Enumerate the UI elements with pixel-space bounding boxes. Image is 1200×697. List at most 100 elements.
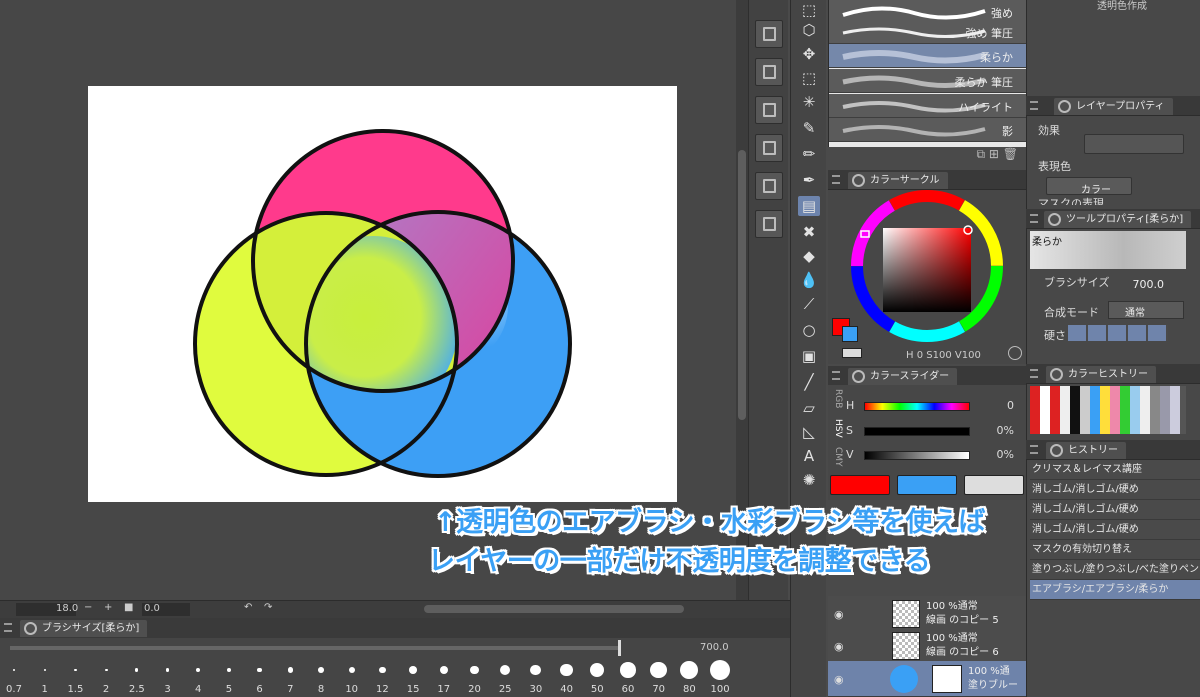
text-icon[interactable]: A [798,446,820,466]
expression-color-select[interactable]: カラー [1046,177,1132,196]
color-mode-toggle-icon[interactable] [1008,346,1022,360]
zoom-in-icon[interactable]: + [104,602,112,613]
eyedropper-icon[interactable]: ⟋ [798,294,820,314]
tab-cmy[interactable]: CMY [830,447,843,467]
blend-mode-select[interactable]: 通常 [1108,301,1184,319]
hue-slider[interactable]: H 0 [846,399,1024,415]
horizontal-scrollbar[interactable] [424,605,684,613]
tab-tool-property[interactable]: ツールプロパティ[柔らか] [1044,211,1192,228]
eye-icon[interactable]: ◉ [834,673,844,686]
brush-size-preset[interactable] [560,663,573,677]
layer-row[interactable]: ◉ 100 %通常 線画 のコピー 6 [828,628,1026,664]
main-color-bar[interactable] [830,475,890,495]
brush-size-preset-label: 15 [406,684,420,695]
tab-history[interactable]: ヒストリー [1046,442,1126,459]
figure-icon[interactable]: ○ [798,320,820,340]
brush-item-selected[interactable]: 柔らか [829,44,1027,68]
color-history-header: カラーヒストリー [1026,364,1200,384]
ruler-icon[interactable]: ◺ [798,422,820,442]
tab-hsv[interactable]: HSV [830,419,843,438]
color-history-swatches[interactable] [1030,386,1186,434]
pencil-icon[interactable]: ✏ [798,144,820,164]
brush-size-preset[interactable] [710,660,731,680]
tab-brush-size[interactable]: ブラシサイズ[柔らか] [20,620,148,637]
copy-button[interactable] [755,134,783,162]
transparent-color-bar[interactable] [964,475,1024,495]
add-subtool-icon[interactable]: ⊞ [989,147,999,161]
brush-size-preset-label: 5 [225,684,233,695]
rotate-left-icon[interactable]: ↶ [244,602,252,613]
brush-size-preset[interactable] [13,669,15,671]
selection-icon[interactable]: ⬚ [798,68,820,88]
tab-layer-property[interactable]: レイヤープロパティ [1054,98,1173,115]
tab-rgb[interactable]: RGB [830,389,843,408]
pen-icon[interactable]: ✎ [798,118,820,138]
layer-row-selected[interactable]: ◉ 100 %通 塗りブルー [828,661,1026,697]
trash-icon[interactable]: 🗑 [1003,147,1018,161]
eye-icon[interactable]: ◉ [834,608,844,621]
brush-size-preset[interactable] [318,667,324,673]
brush-size-preset[interactable] [165,668,170,672]
gradient-icon[interactable]: ▣ [798,346,820,366]
transparent-color-swatch[interactable] [842,348,862,358]
sub-color-bar[interactable] [897,475,957,495]
zoom-value[interactable]: 18.0 [56,603,78,614]
tab-color-history[interactable]: カラーヒストリー [1046,366,1156,383]
line-icon[interactable]: ╱ [798,372,820,392]
hardness-selector[interactable] [1068,325,1168,341]
history-item[interactable]: 消しゴム/消しゴム/硬め [1030,480,1200,500]
blend-icon[interactable]: 💧 [798,270,820,290]
value-slider[interactable]: V 0% [846,448,1024,464]
balloon-icon[interactable]: ✺ [798,470,820,490]
decoration-icon[interactable]: ✖ [798,222,820,242]
frame-icon[interactable]: ▱ [798,398,820,418]
lasso-icon[interactable]: ⬚ [798,0,820,20]
move-icon[interactable]: ✥ [798,44,820,64]
eye-icon[interactable]: ◉ [834,640,844,653]
brush-size-preset[interactable] [104,668,108,672]
canvas-paper[interactable] [88,86,677,502]
rotate-right-icon[interactable]: ↷ [264,602,272,613]
airbrush-icon[interactable]: ▤ [798,196,820,216]
fit-icon[interactable]: ■ [124,602,133,613]
brush-item[interactable]: ハイライト [829,94,1027,118]
history-header: ヒストリー [1026,440,1200,460]
tab-color-circle[interactable]: カラーサークル [848,172,948,189]
zoom-out-icon[interactable]: − [84,602,92,613]
auto-select-icon[interactable]: ✳ [798,92,820,112]
tab-color-slider[interactable]: カラースライダー [848,368,958,385]
effect-buttons[interactable] [1084,134,1184,154]
copy-subtool-icon[interactable]: ⧉ [976,147,985,161]
brush-size-preset[interactable] [43,669,46,671]
angle-value[interactable]: 0.0 [142,603,190,616]
brush-size-preset[interactable] [74,668,77,672]
history-item[interactable]: クリマス＆レイマス講座 [1030,460,1200,480]
brush-size-preset[interactable] [348,666,355,674]
fill-button[interactable] [755,210,783,238]
delete-button[interactable] [755,172,783,200]
brush-size-value[interactable]: 700.0 [1116,278,1165,291]
brush-size-slider[interactable] [10,646,620,650]
brush-item[interactable]: 強め 筆圧 [829,20,1027,44]
brush-size-preset[interactable] [287,667,293,673]
brush-size-current: 700.0 [700,642,729,653]
clear-button[interactable] [755,20,783,48]
object-icon[interactable]: ⬡ [798,20,820,40]
brush-size-preset-label: 20 [468,684,481,695]
layer-row[interactable]: ◉ 100 %通常 線画 のコピー 5 [828,596,1026,632]
scrollbar-thumb[interactable] [738,150,746,420]
brush-size-preset[interactable] [439,665,448,675]
brush-size-slider-handle[interactable] [618,640,621,656]
sub-color-swatch[interactable] [842,326,858,342]
brush-size-preset[interactable] [409,666,417,674]
saturation-slider[interactable]: S 0% [846,424,1024,440]
eraser-icon[interactable]: ◆ [798,246,820,266]
new-layer-button[interactable] [755,58,783,86]
brush-icon[interactable]: ✒ [798,170,820,190]
brush-item[interactable]: 影 [829,118,1027,142]
import-button[interactable] [755,96,783,124]
brush-size-preset[interactable] [620,662,636,678]
brush-item[interactable]: 柔らか 筆圧 [829,69,1027,93]
layer-thumbnail [892,600,920,628]
history-item-selected[interactable]: エアブラシ/エアブラシ/柔らか [1030,580,1200,600]
